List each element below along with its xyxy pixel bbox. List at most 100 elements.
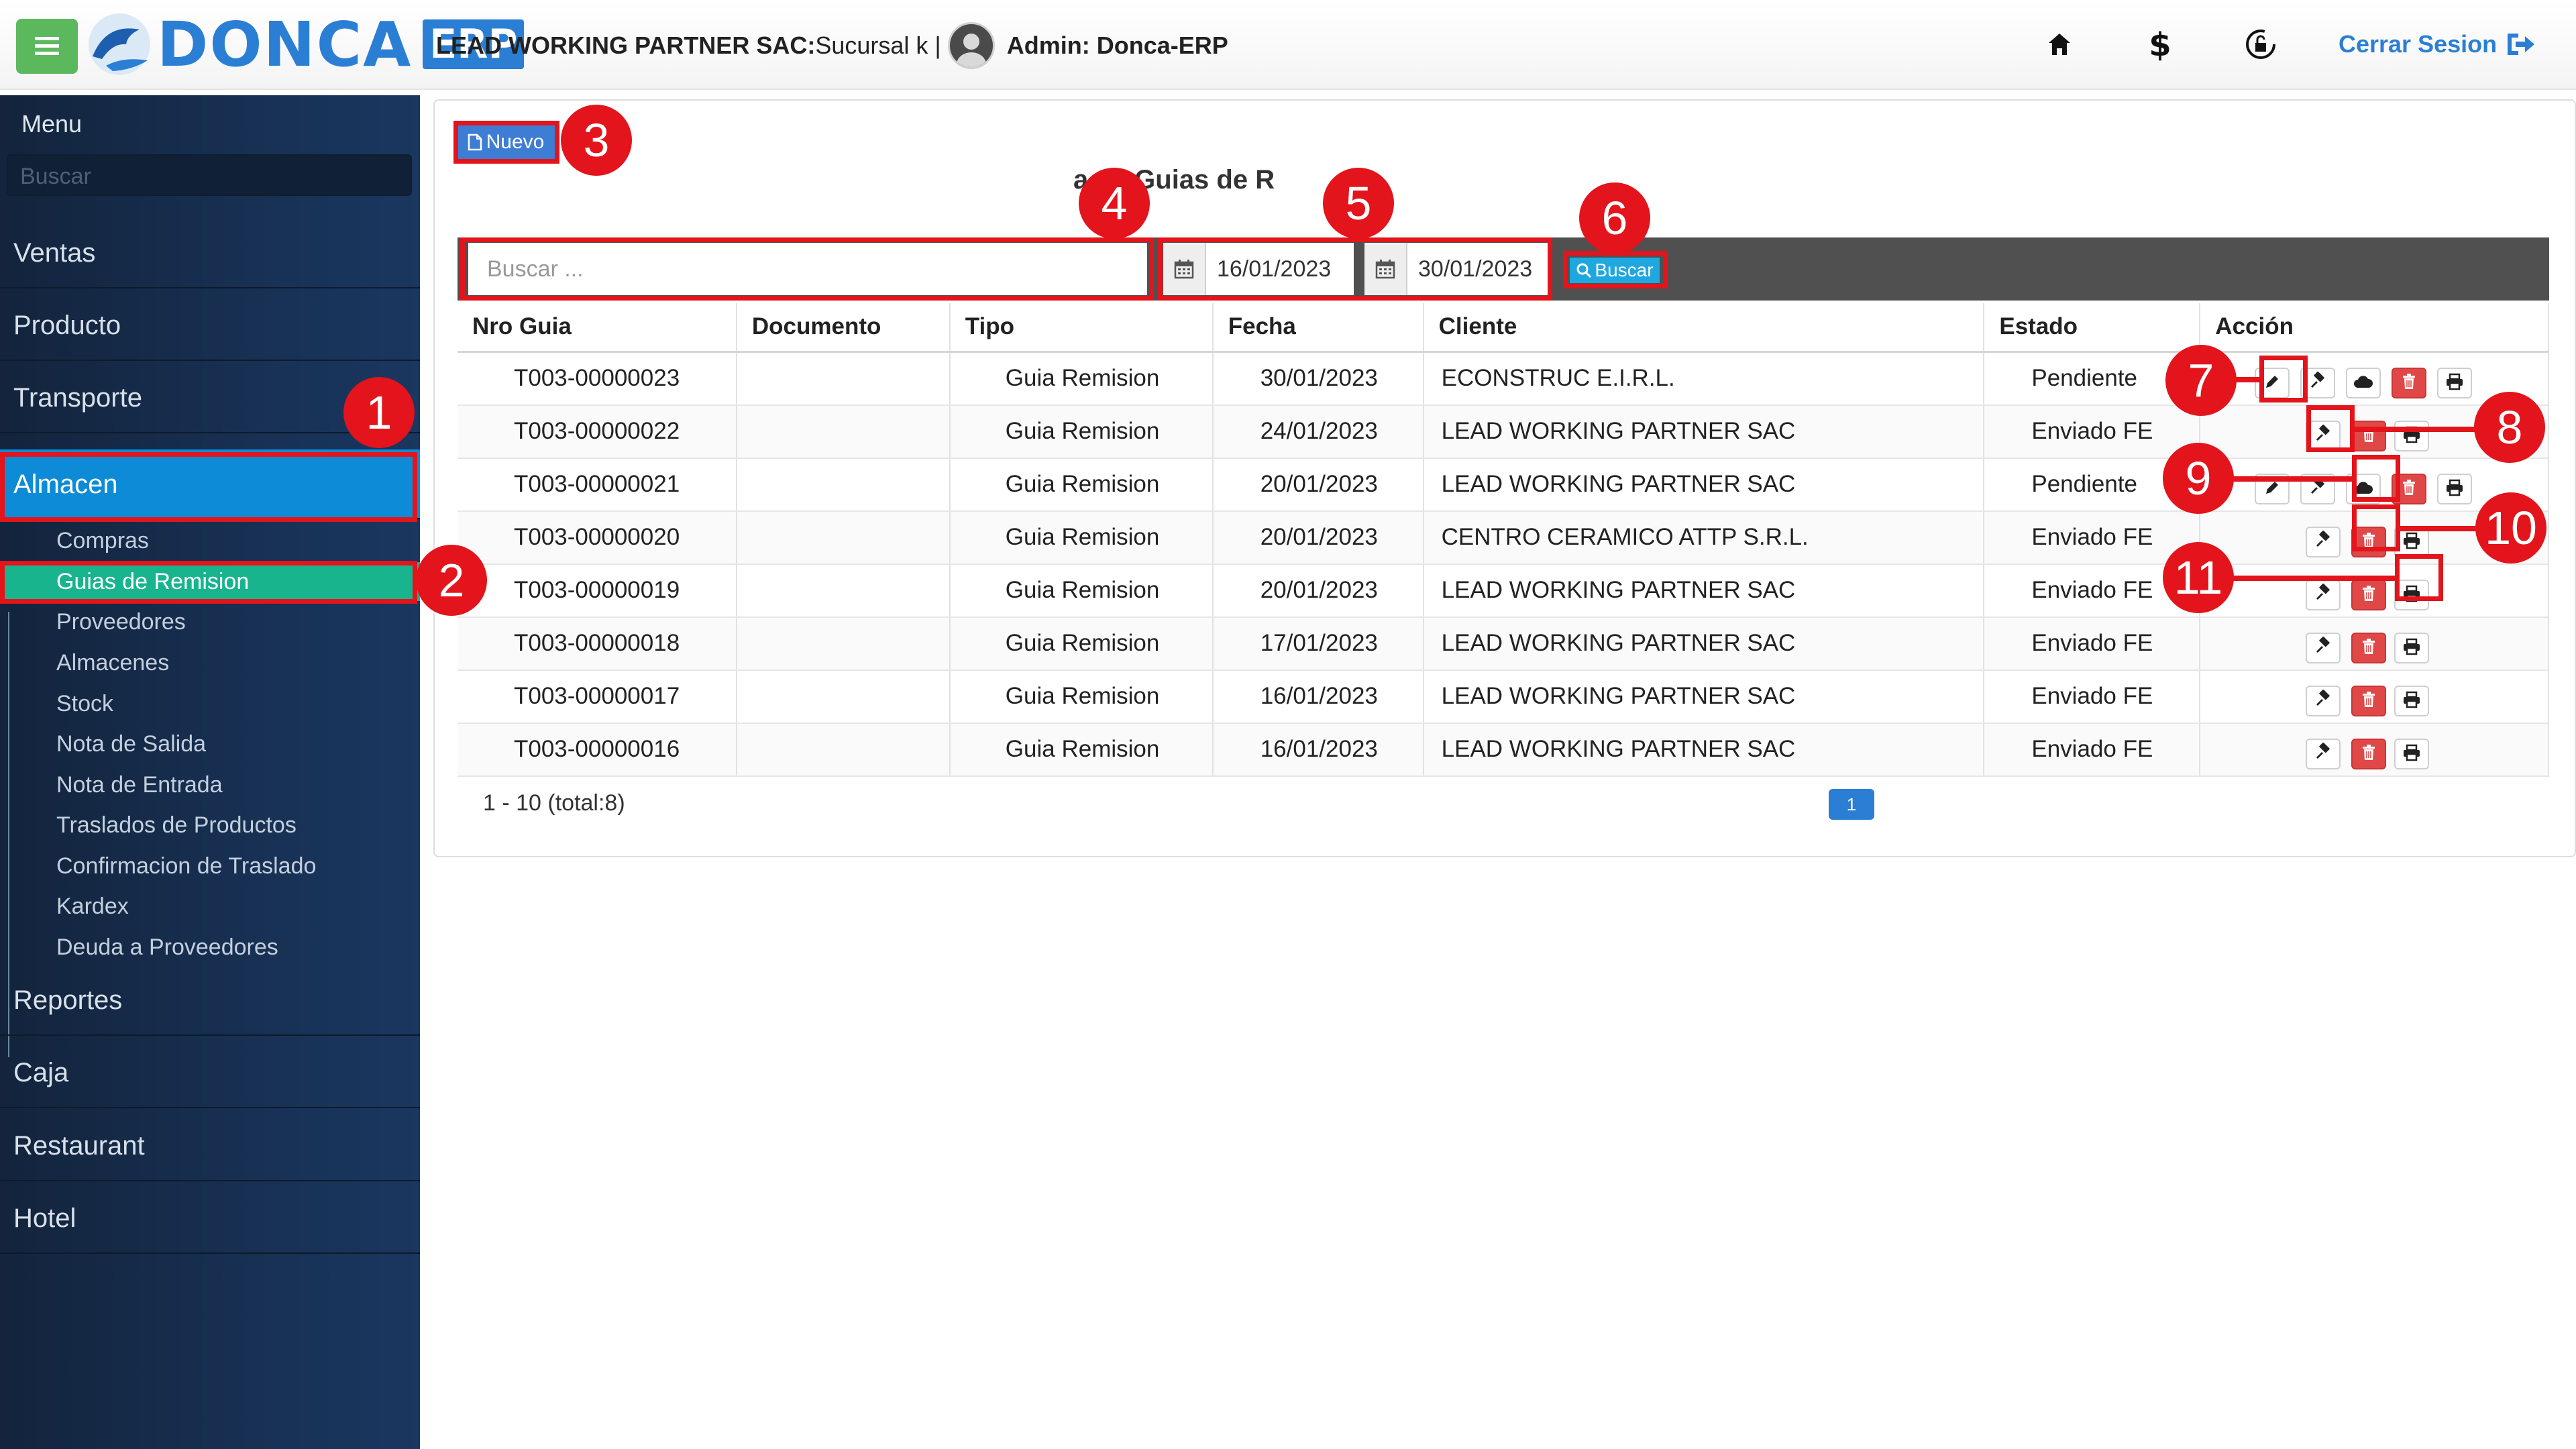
annotation-badge-4: 4 [1079, 168, 1150, 239]
annotation-badge-1: 1 [343, 377, 415, 448]
annotation-badge-11: 11 [2163, 542, 2234, 613]
sidebar-item-caja[interactable]: Caja [0, 1037, 420, 1108]
cell-cliente: LEAD WORKING PARTNER SAC [1423, 722, 1985, 777]
annotation-badge-5: 5 [1323, 168, 1394, 239]
pagination-page-1[interactable]: 1 [1829, 789, 1874, 820]
gavel-icon [2314, 635, 2332, 661]
dollar-icon[interactable]: $ [2140, 24, 2180, 64]
sidebar-subitem-confirmacion-de-traslado[interactable]: Confirmacion de Traslado [56, 847, 316, 885]
action-buttons [2201, 672, 2547, 722]
admin-name: Admin: Donca-ERP [1006, 32, 1228, 59]
cell-cliente: ECONSTRUC E.I.R.L. [1423, 352, 1985, 406]
company-name: LEAD WORKING PARTNER SAC: [436, 32, 816, 59]
sidebar-subitem-stock[interactable]: Stock [56, 684, 113, 723]
print-button[interactable] [2394, 420, 2430, 451]
company-info: LEAD WORKING PARTNER SAC: Sucursal k | A… [436, 22, 1228, 69]
gavel-icon [2314, 741, 2332, 767]
cell-fecha: 16/01/2023 [1212, 722, 1424, 777]
annotation-leader-9 [2231, 476, 2353, 482]
table-row: T003-00000016 Guia Remision 16/01/2023 LEAD… [458, 722, 2549, 777]
sidebar-subitem-proveedores[interactable]: Proveedores [56, 602, 186, 641]
delete-button[interactable] [2351, 632, 2387, 663]
sidebar-subitem-almacenes[interactable]: Almacenes [56, 643, 169, 682]
print-button[interactable] [2437, 473, 2473, 504]
delete-icon [2361, 582, 2376, 608]
print-icon [2445, 476, 2464, 502]
table-row: T003-00000018 Guia Remision 17/01/2023 LEAD… [458, 616, 2549, 671]
sidebar-subitem-traslados-de-productos[interactable]: Traslados de Productos [56, 806, 297, 845]
sidebar-subitem-nota-de-salida[interactable]: Nota de Salida [56, 724, 206, 763]
annotation-leader-10 [2399, 526, 2482, 531]
sidebar-search-input[interactable]: Buscar [7, 154, 412, 196]
highlight-gavel-action [2306, 405, 2355, 452]
sidebar-subitem-compras[interactable]: Compras [56, 521, 149, 560]
sidebar-item-ventas[interactable]: Ventas [0, 217, 420, 288]
column-header-fecha[interactable]: Fecha [1212, 303, 1424, 353]
gavel-button[interactable] [2306, 685, 2341, 716]
delete-button[interactable] [2351, 685, 2387, 716]
delete-button[interactable] [2351, 420, 2387, 451]
gavel-button[interactable] [2306, 738, 2341, 769]
hamburger-menu-button[interactable] [16, 19, 78, 74]
cell-fecha: 24/01/2023 [1212, 405, 1424, 459]
cell-nro-guia: T003-00000021 [458, 458, 737, 512]
print-icon [2402, 741, 2421, 767]
gavel-button[interactable] [2306, 579, 2341, 610]
sidebar-item-hotel[interactable]: Hotel [0, 1183, 420, 1254]
cell-cliente: LEAD WORKING PARTNER SAC [1423, 564, 1985, 618]
unlock-icon[interactable] [2241, 24, 2281, 64]
cell-documento [736, 722, 951, 777]
cell-estado: Enviado FE [1984, 669, 2201, 724]
highlight-edit-action [2259, 356, 2308, 402]
cell-tipo: Guia Remision [949, 458, 1214, 512]
cell-estado: Enviado FE [1984, 616, 2201, 671]
print-icon [2402, 688, 2421, 714]
highlight-print-action [2395, 554, 2443, 601]
gavel-icon [2308, 370, 2327, 396]
cell-tipo: Guia Remision [949, 352, 1214, 406]
cell-tipo: Guia Remision [949, 669, 1214, 724]
print-button[interactable] [2394, 685, 2430, 716]
sidebar-subitem-nota-de-entrada[interactable]: Nota de Entrada [56, 765, 223, 804]
cell-nro-guia: T003-00000017 [458, 669, 737, 724]
cloud-upload-button[interactable] [2346, 367, 2381, 398]
table-row: T003-00000019 Guia Remision 20/01/2023 LEAD… [458, 564, 2549, 618]
cell-fecha: 20/01/2023 [1212, 564, 1424, 618]
cell-cliente: LEAD WORKING PARTNER SAC [1423, 669, 1985, 724]
annotation-badge-9: 9 [2163, 443, 2234, 514]
column-header-estado[interactable]: Estado [1984, 303, 2201, 353]
print-button[interactable] [2394, 738, 2430, 769]
sidebar-subitem-deuda-a-proveedores[interactable]: Deuda a Proveedores [56, 928, 278, 967]
cell-tipo: Guia Remision [949, 564, 1214, 618]
delete-button[interactable] [2392, 367, 2427, 398]
home-icon[interactable] [2039, 24, 2080, 64]
gavel-button[interactable] [2306, 526, 2341, 557]
column-header-documento[interactable]: Documento [736, 303, 951, 353]
print-button[interactable] [2437, 367, 2473, 398]
cell-documento [736, 669, 951, 724]
sidebar-item-producto[interactable]: Producto [0, 290, 420, 361]
delete-button[interactable] [2351, 738, 2387, 769]
column-header-cliente[interactable]: Cliente [1423, 303, 1985, 353]
sidebar-item-restaurant[interactable]: Restaurant [0, 1110, 420, 1181]
highlight-guias-de-remision [0, 561, 417, 604]
annotation-badge-8: 8 [2474, 392, 2545, 463]
print-icon [2402, 635, 2421, 661]
top-bar: DONCA ERP LEAD WORKING PARTNER SAC: Sucu… [0, 0, 2576, 90]
cell-estado: Enviado FE [1984, 405, 2201, 459]
gavel-button[interactable] [2306, 632, 2341, 663]
action-buttons [2201, 724, 2547, 775]
sidebar-item-reportes[interactable]: Reportes [0, 965, 420, 1036]
cell-fecha: 30/01/2023 [1212, 352, 1424, 406]
print-button[interactable] [2394, 632, 2430, 663]
delete-button[interactable] [2351, 579, 2387, 610]
dolphin-logo-icon [86, 9, 153, 79]
sidebar-subitem-kardex[interactable]: Kardex [56, 887, 129, 926]
sign-out-icon [2508, 34, 2535, 55]
column-header-nro-guia[interactable]: Nro Guia [458, 303, 737, 353]
column-header-tipo[interactable]: Tipo [949, 303, 1214, 353]
cell-documento [736, 352, 951, 406]
branch-name: Sucursal k | [815, 32, 941, 59]
logout-button[interactable]: Cerrar Sesion [2339, 25, 2537, 63]
annotation-leader-8 [2353, 427, 2479, 432]
